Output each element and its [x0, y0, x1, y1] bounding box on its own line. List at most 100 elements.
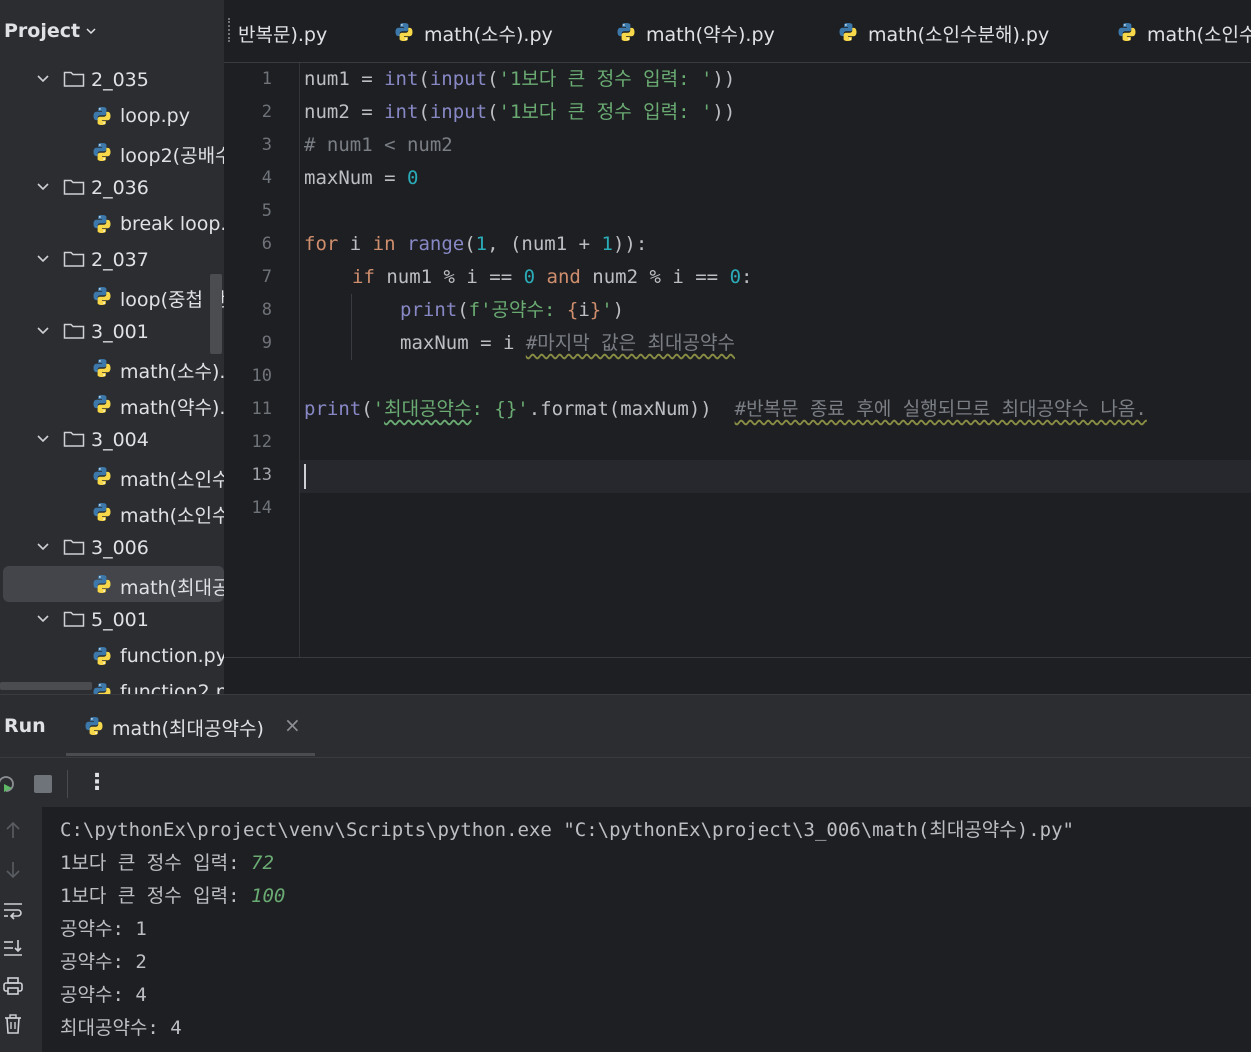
code-token: 0: [523, 266, 536, 288]
tree-file-row[interactable]: math(소인수: [0, 458, 224, 494]
tree-item-label: math(약수).: [120, 397, 224, 419]
console-prompt-line: 1보다 큰 정수 입력: 72: [60, 848, 274, 875]
code-line-6[interactable]: for i in range(1, (num1 + 1)):: [304, 228, 647, 261]
folder-icon: [63, 611, 85, 627]
tree-item-label: 3_006: [91, 537, 149, 559]
tree-folder-row[interactable]: 2_037: [0, 242, 224, 278]
tree-file-row[interactable]: math(소인수: [0, 494, 224, 530]
python-file-icon: [92, 214, 112, 234]
code-line-9[interactable]: maxNum = i #마지막 값은 최대공약수: [400, 327, 735, 360]
chevron-down-icon[interactable]: [37, 542, 49, 552]
chevron-down-icon[interactable]: [37, 326, 49, 336]
chevron-down-icon[interactable]: [37, 182, 49, 192]
code-line-2[interactable]: num2 = int(input('1보다 큰 정수 입력: ')): [304, 96, 735, 129]
console-output[interactable]: C:\pythonEx\project\venv\Scripts\python.…: [42, 807, 1251, 1052]
chevron-down-icon[interactable]: [37, 434, 49, 444]
tree-file-row[interactable]: loop(중첩 반: [0, 278, 224, 314]
python-file-icon: [92, 502, 112, 522]
code-line-4[interactable]: maxNum = 0: [304, 162, 418, 195]
tab-math-factorization-2[interactable]: math(소인수: [1117, 0, 1251, 62]
tree-file-row[interactable]: loop.py: [0, 98, 224, 134]
tab-math-prime[interactable]: math(소수).py: [394, 0, 594, 62]
tree-item-label: 2_035: [91, 69, 149, 91]
line-number-gutter[interactable]: 1 2 3 4 5 6 7 8 9 10 11 12 13 14: [224, 63, 300, 657]
print-icon[interactable]: [2, 975, 24, 997]
run-tab-label: math(최대공약수): [112, 718, 264, 740]
tree-file-row[interactable]: math(소수).: [0, 350, 224, 386]
tree-file-row[interactable]: math(최대공: [3, 566, 224, 602]
tree-folder-row[interactable]: 3_004: [0, 422, 224, 458]
code-token: int: [384, 68, 419, 90]
code-token: )): [712, 68, 736, 90]
tree-file-row[interactable]: loop2(공배수: [0, 134, 224, 170]
tree-folder-row[interactable]: 2_036: [0, 170, 224, 206]
code-line-1[interactable]: num1 = int(input('1보다 큰 정수 입력: ')): [304, 63, 735, 96]
tree-folder-row[interactable]: 3_001: [0, 314, 224, 350]
code-token: ': [601, 299, 613, 321]
code-line-8[interactable]: print(f'공약수: {i}'): [400, 294, 624, 327]
tree-item-label: 2_037: [91, 249, 149, 271]
code-editor[interactable]: 1 2 3 4 5 6 7 8 9 10 11 12 13 14 num1 = int(input('1보…: [224, 63, 1251, 657]
tree-folder-row[interactable]: 5_001: [0, 602, 224, 638]
tree-item-label: math(최대공: [120, 577, 224, 599]
tree-file-row[interactable]: math(약수).: [0, 386, 224, 422]
console-user-input: 72: [251, 852, 274, 874]
code-token: : {}': [471, 398, 529, 420]
project-panel: Project 2_035 loop.py loop2(공배수 2_036break …: [0, 0, 224, 694]
active-tab-underline: [66, 753, 315, 756]
console-user-input: 100: [251, 885, 286, 907]
code-token: (: [457, 299, 469, 321]
line-number: 10: [251, 366, 272, 386]
scroll-to-end-icon[interactable]: [2, 937, 24, 959]
tree-folder-row[interactable]: 2_035: [0, 62, 224, 98]
arrow-down-icon[interactable]: [2, 859, 24, 881]
tree-vertical-scrollbar[interactable]: [210, 274, 222, 354]
chevron-down-icon[interactable]: [37, 74, 49, 84]
close-icon[interactable]: ×: [284, 713, 301, 737]
chevron-down-icon[interactable]: [37, 614, 49, 624]
tab-loop-file[interactable]: 반복문).py: [238, 0, 388, 62]
run-config-tab[interactable]: math(최대공약수) ×: [66, 695, 315, 757]
stop-icon[interactable]: [34, 775, 52, 793]
rerun-icon[interactable]: [0, 774, 16, 794]
tree-item-label: 2_036: [91, 177, 149, 199]
code-token: (: [464, 233, 476, 255]
project-title[interactable]: Project: [4, 20, 80, 42]
code-comment: # num1 < num2: [304, 134, 453, 156]
line-number: 12: [251, 432, 272, 452]
tab-label: math(소수).py: [424, 24, 553, 46]
python-file-icon: [92, 466, 112, 486]
code-token: maxNum = i: [400, 332, 526, 354]
python-file-icon: [92, 394, 112, 414]
tree-file-row[interactable]: break loop.: [0, 206, 224, 242]
tree-item-label: 3_001: [91, 321, 149, 343]
code-token: 0: [729, 266, 742, 288]
tab-math-factorization[interactable]: math(소인수분해).py: [838, 0, 1098, 62]
code-line-11[interactable]: print('최대공약수: {}'.format(maxNum)) #반복문 종…: [304, 393, 1147, 426]
code-line-7[interactable]: if num1 % i == 0 and num2 % i == 0:: [352, 261, 752, 294]
code-token: '1보다 큰 정수 입력: ': [498, 68, 713, 90]
folder-icon: [63, 323, 85, 339]
tree-horizontal-scrollbar[interactable]: [0, 682, 92, 690]
code-token: (: [418, 101, 430, 123]
soft-wrap-icon[interactable]: [2, 899, 24, 921]
chevron-down-icon[interactable]: [37, 254, 49, 264]
tab-math-divisor[interactable]: math(약수).py: [616, 0, 816, 62]
tree-item-label: math(소인수: [120, 469, 224, 491]
code-token: ): [612, 299, 625, 321]
tree-file-row[interactable]: function.py: [0, 638, 224, 674]
trash-icon[interactable]: [2, 1013, 24, 1035]
tree-item-label: loop(중첩 반: [120, 289, 224, 311]
console-prompt-line: 1보다 큰 정수 입력: 100: [60, 881, 285, 908]
run-panel: Run math(최대공약수) × ⋮ C:\pythonEx\project\…: [0, 694, 1251, 1052]
code-token: 최대공약수: [384, 398, 472, 420]
arrow-up-icon[interactable]: [2, 819, 24, 841]
code-line-3[interactable]: # num1 < num2: [304, 129, 453, 162]
more-options-icon[interactable]: ⋮: [86, 770, 108, 795]
tree-item-label: loop.py: [120, 105, 190, 127]
code-token: (: [418, 68, 430, 90]
tree-folder-row[interactable]: 3_006: [0, 530, 224, 566]
project-header[interactable]: Project: [0, 0, 224, 62]
chevron-down-icon[interactable]: [86, 26, 96, 36]
code-token: for: [304, 233, 339, 255]
